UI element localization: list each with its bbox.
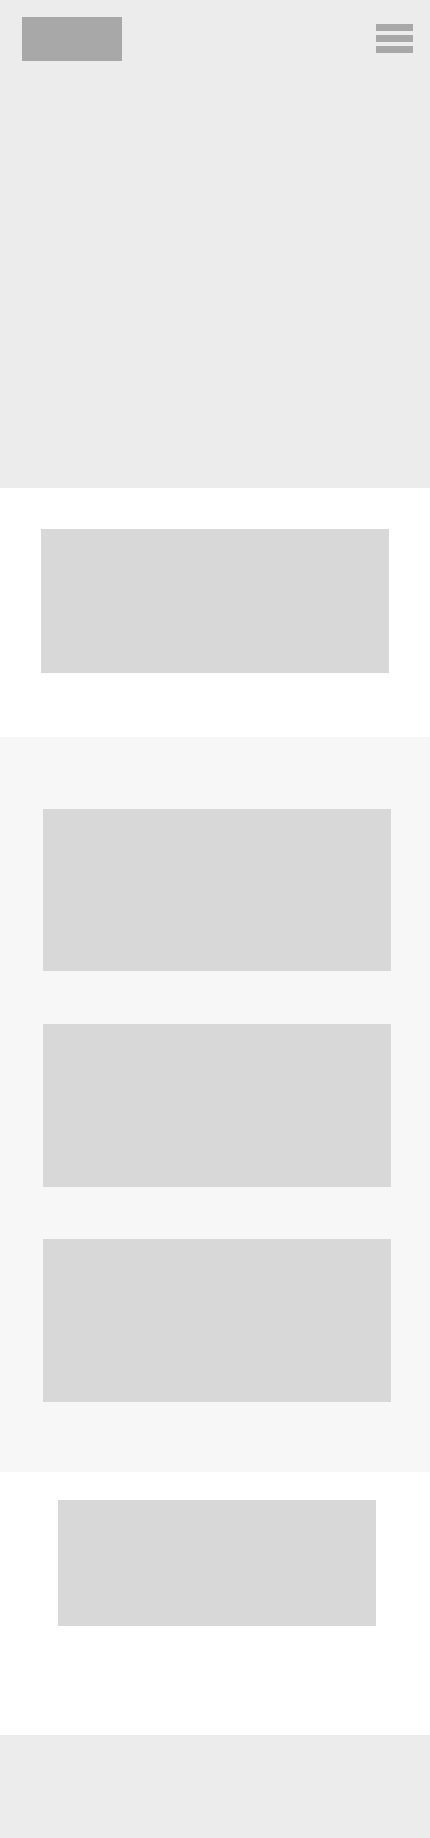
hero-section: [0, 0, 430, 488]
card-image-placeholder-3: [43, 1239, 391, 1402]
menu-bar-top: [376, 24, 413, 31]
menu-bar-bottom: [376, 46, 413, 53]
cards-section: [0, 737, 430, 1472]
card-image-placeholder-2: [43, 1024, 391, 1187]
card-image-placeholder-1: [43, 809, 391, 971]
feature-section: [0, 1472, 430, 1735]
hamburger-menu-icon[interactable]: [376, 24, 413, 54]
logo-placeholder-icon[interactable]: [22, 17, 122, 61]
footer: [0, 1735, 430, 1838]
feature-image-placeholder: [58, 1500, 376, 1626]
menu-bar-middle: [376, 35, 413, 42]
intro-section: [0, 488, 430, 737]
intro-image-placeholder: [41, 529, 389, 673]
